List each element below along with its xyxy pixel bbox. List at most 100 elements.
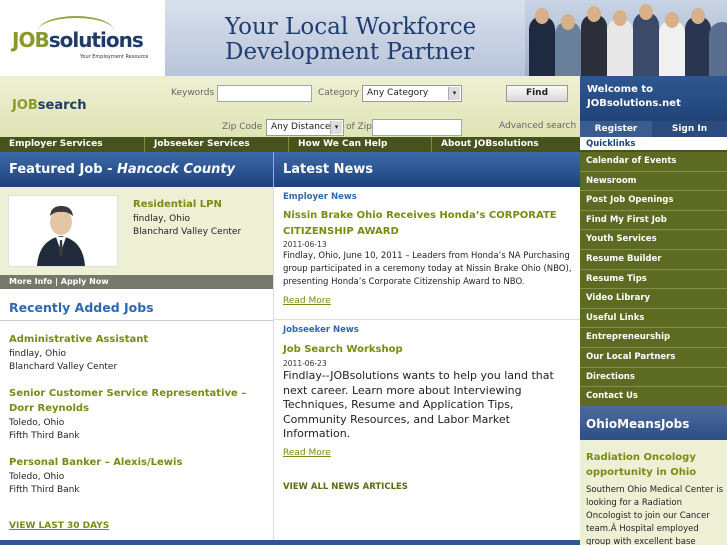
quicklinks-menu: Calendar of Events Newsroom Post Job Ope…	[580, 152, 727, 406]
more-info-apply-link[interactable]: More Info | Apply Now	[0, 275, 273, 289]
zip-input[interactable]	[372, 119, 462, 136]
category-select[interactable]: Any Category ▾	[362, 85, 462, 102]
ohiomeansjobs-text: Southern Ohio Medical Center is looking …	[586, 485, 724, 545]
job-employer: Fifth Third Bank	[9, 485, 80, 495]
sign-in-button[interactable]: Sign In	[652, 121, 727, 137]
footer-bar	[0, 540, 580, 545]
job-location: findlay, Ohio	[9, 349, 66, 359]
person-head	[587, 6, 601, 22]
quicklink-item[interactable]: Our Local Partners	[580, 348, 727, 368]
news-title-link[interactable]: Job Search Workshop	[283, 342, 573, 358]
latest-news-header: Latest News	[273, 152, 580, 187]
business-person-icon	[8, 195, 118, 267]
view-last-30-days-link[interactable]: VIEW LAST 30 DAYS	[9, 521, 109, 531]
quicklink-item[interactable]: Contact Us	[580, 387, 727, 407]
find-button[interactable]: Find	[506, 85, 568, 102]
category-label: Category	[318, 88, 360, 98]
banner-headline-line1: Your Local Workforce	[225, 14, 477, 40]
news-date: 2011-06-13	[283, 240, 327, 249]
welcome-title: Welcome to JOBsolutions.net	[587, 83, 681, 111]
job-employer: Fifth Third Bank	[9, 431, 80, 441]
job-location: Toledo, Ohio	[9, 418, 65, 428]
read-more-link[interactable]: Read More	[283, 448, 331, 458]
person-figure	[581, 14, 607, 76]
person-figure	[607, 18, 633, 76]
category-select-value: Any Category	[367, 88, 429, 98]
nav-jobseeker-services[interactable]: Jobseeker Services	[144, 137, 288, 152]
featured-job-title[interactable]: Residential LPN	[133, 199, 222, 210]
keywords-label: Keywords	[171, 88, 215, 98]
person-figure	[633, 12, 659, 76]
ohiomeansjobs-title-link[interactable]: Radiation Oncology opportunity in Ohio	[586, 450, 721, 480]
news-column: Employer News Nissin Brake Ohio Receives…	[273, 187, 581, 540]
read-more-link[interactable]: Read More	[283, 296, 331, 306]
jobsearch-logo-search: search	[37, 98, 87, 113]
quicklink-item[interactable]: Video Library	[580, 289, 727, 309]
quicklink-item[interactable]: Newsroom	[580, 172, 727, 192]
workforce-photo	[525, 0, 727, 76]
header-banner: Your Local Workforce Development Partner	[165, 0, 525, 76]
person-head	[691, 8, 705, 24]
welcome-line1: Welcome to	[587, 84, 654, 95]
view-all-news-link[interactable]: VIEW ALL NEWS ARTICLES	[283, 482, 408, 492]
person-head	[561, 14, 575, 30]
featured-header-county: Hancock County	[117, 162, 236, 177]
featured-job-card: Residential LPN findlay, Ohio Blanchard …	[0, 187, 273, 275]
job-title-link[interactable]: Senior Customer Service Representative –…	[9, 386, 264, 416]
zip-code-label: Zip Code	[222, 122, 263, 132]
news-title-link[interactable]: Nissin Brake Ohio Receives Honda’s CORPO…	[283, 208, 573, 240]
quicklink-item[interactable]: Youth Services	[580, 230, 727, 250]
distance-select[interactable]: Any Distance ▾	[266, 119, 344, 136]
nav-how-we-can-help[interactable]: How We Can Help	[288, 137, 432, 152]
ohiomeansjobs-header: OhioMeansJobs	[580, 406, 727, 440]
featured-job-header: Featured Job - Hancock County	[0, 152, 273, 187]
quicklinks-header: Quicklinks	[580, 137, 727, 152]
chevron-down-icon: ▾	[330, 121, 342, 134]
featured-job-employer: Blanchard Valley Center	[133, 227, 242, 237]
quicklink-item[interactable]: Useful Links	[580, 309, 727, 329]
quicklink-item[interactable]: Find My First Job	[580, 211, 727, 231]
nav-employer-services[interactable]: Employer Services	[0, 137, 144, 152]
of-zip-label: of Zip	[346, 122, 372, 132]
advanced-search-link[interactable]: Advanced search	[499, 121, 576, 131]
logo-solutions-text: solutions	[48, 28, 144, 52]
featured-job-location: findlay, Ohio	[133, 214, 190, 224]
quicklink-item[interactable]: Resume Tips	[580, 270, 727, 290]
ohiomeansjobs-card: Radiation Oncology opportunity in Ohio S…	[580, 440, 727, 545]
quicklink-item[interactable]: Calendar of Events	[580, 152, 727, 172]
job-employer: Blanchard Valley Center	[9, 362, 118, 372]
featured-header-prefix: Featured Job -	[9, 162, 117, 177]
register-button[interactable]: Register	[580, 121, 652, 137]
main-nav: Employer Services Jobseeker Services How…	[0, 137, 580, 152]
logo-tagline: Your Employment Resource	[80, 54, 149, 60]
person-figure	[659, 20, 685, 76]
chevron-down-icon: ▾	[448, 87, 460, 100]
news-body: Findlay--JOBsolutions wants to help you …	[283, 369, 554, 440]
quicklink-item[interactable]: Post Job Openings	[580, 191, 727, 211]
quicklink-item[interactable]: Directions	[580, 368, 727, 388]
news-section-label: Employer News	[283, 192, 357, 202]
jobsearch-logo-job: JOB	[12, 98, 38, 113]
welcome-panel: Welcome to JOBsolutions.net Register Sig…	[580, 76, 727, 137]
site-header: JOBsolutions Your Employment Resource Yo…	[0, 0, 727, 76]
news-date: 2011-06-23	[283, 359, 327, 368]
logo-wordmark: JOBsolutions	[12, 28, 144, 52]
job-title-link[interactable]: Personal Banker – Alexis/Lewis	[9, 455, 264, 470]
person-head	[665, 12, 679, 28]
distance-select-value: Any Distance	[271, 122, 331, 132]
job-title-link[interactable]: Administrative Assistant	[9, 332, 264, 347]
news-section-label: Jobseeker News	[283, 325, 359, 335]
divider	[274, 319, 581, 320]
keywords-input[interactable]	[217, 85, 312, 102]
quicklink-item[interactable]: Entrepreneurship	[580, 328, 727, 348]
person-figure	[529, 16, 555, 76]
quicklink-item[interactable]: Resume Builder	[580, 250, 727, 270]
jobsearch-logo: JOBsearch	[12, 98, 87, 113]
site-logo[interactable]: JOBsolutions Your Employment Resource	[0, 0, 165, 76]
welcome-line2: JOBsolutions.net	[587, 98, 681, 109]
person-head	[613, 10, 627, 26]
divider	[0, 320, 273, 321]
nav-about-jobsolutions[interactable]: About JOBsolutions	[431, 137, 580, 152]
person-figure	[685, 16, 711, 76]
banner-headline-line2: Development Partner	[225, 39, 475, 65]
